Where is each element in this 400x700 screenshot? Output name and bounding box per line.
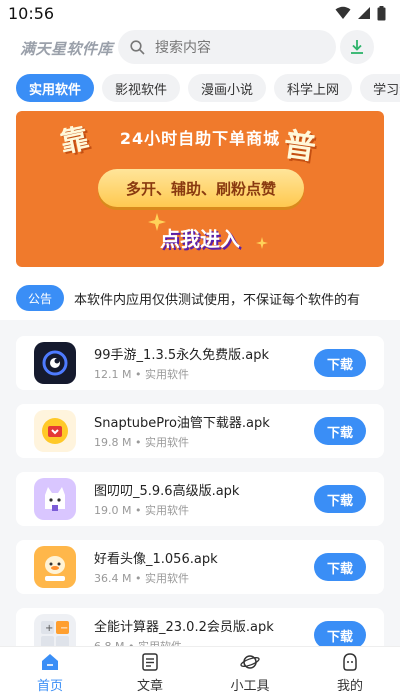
- nav-profile[interactable]: 我的: [300, 647, 400, 700]
- app-card[interactable]: 图叨叨_5.9.6高级版.apk 19.0 M • 实用软件 下载: [16, 472, 384, 526]
- notice-badge: 公告: [16, 285, 65, 311]
- signal-icon: [358, 7, 370, 19]
- bottom-nav: 首页 文章 小工具 我的: [0, 646, 400, 700]
- download-button[interactable]: 下载: [314, 349, 366, 377]
- app-meta: 19.8 M • 实用软件: [94, 436, 189, 449]
- app-meta: 19.0 M • 实用软件: [94, 504, 189, 517]
- svg-text:−: −: [60, 623, 68, 634]
- notice-text: 本软件内应用仅供测试使用，不保证每个软件的有: [74, 292, 361, 308]
- app-name: 好看头像_1.056.apk: [94, 552, 218, 567]
- app-name: 全能计算器_23.0.2会员版.apk: [94, 620, 274, 635]
- nav-tools-label: 小工具: [230, 679, 270, 694]
- status-time: 10:56: [8, 3, 55, 23]
- snaptube-icon: [34, 410, 76, 452]
- tab-comics[interactable]: 漫画小说: [188, 74, 267, 102]
- planet-icon: [240, 655, 260, 669]
- category-tabs: 实用软件 影视软件 漫画小说 科学上网 学习资: [16, 74, 400, 102]
- app-name: 图叨叨_5.9.6高级版.apk: [94, 484, 240, 499]
- search-icon: [130, 39, 145, 55]
- home-icon: [42, 654, 58, 670]
- battery-icon: [377, 5, 386, 20]
- app-card[interactable]: 99手游_1.3.5永久免费版.apk 12.1 M • 实用软件 下载: [16, 336, 384, 390]
- tab-utility[interactable]: 实用软件: [16, 74, 95, 102]
- app-title: 满天星软件库: [20, 40, 114, 58]
- banner-pill: 多开、辅助、刷粉点赞: [98, 169, 304, 207]
- nav-home[interactable]: 首页: [0, 647, 100, 700]
- download-icon: [351, 40, 363, 54]
- svg-text:+: +: [45, 623, 53, 634]
- app-card[interactable]: SnaptubePro油管下载器.apk 19.8 M • 实用软件 下载: [16, 404, 384, 458]
- profile-icon: [343, 653, 357, 671]
- app-card[interactable]: 好看头像_1.056.apk 36.4 M • 实用软件 下载: [16, 540, 384, 594]
- wifi-icon: [335, 6, 351, 19]
- download-button[interactable]: 下载: [314, 417, 366, 445]
- app-name: SnaptubePro油管下载器.apk: [94, 416, 270, 431]
- status-icons: [335, 5, 386, 21]
- app-meta: 12.1 M • 实用软件: [94, 368, 189, 381]
- article-icon: [142, 653, 158, 671]
- download-button[interactable]: 下载: [314, 621, 366, 649]
- download-manager-button[interactable]: [340, 30, 374, 64]
- search-bar[interactable]: 搜索内容: [118, 30, 336, 64]
- nav-profile-label: 我的: [336, 679, 363, 694]
- nav-articles-label: 文章: [136, 679, 163, 694]
- dark-spiral-icon: [34, 342, 76, 384]
- cat-icon: [34, 478, 76, 520]
- nav-tools[interactable]: 小工具: [200, 647, 300, 700]
- duck-avatar-icon: [34, 546, 76, 588]
- app-meta: 36.4 M • 实用软件: [94, 572, 189, 585]
- app-list: 99手游_1.3.5永久免费版.apk 12.1 M • 实用软件 下载 Sna…: [0, 320, 400, 662]
- notice-bar: 公告 本软件内应用仅供测试使用，不保证每个软件的有: [16, 285, 400, 311]
- nav-articles[interactable]: 文章: [100, 647, 200, 700]
- app-name: 99手游_1.3.5永久免费版.apk: [94, 348, 269, 363]
- banner-enter-text: 点我进入: [160, 227, 240, 251]
- download-button[interactable]: 下载: [314, 485, 366, 513]
- status-bar: 10:56: [0, 0, 400, 26]
- nav-home-label: 首页: [36, 679, 63, 694]
- promo-banner[interactable]: 靠 普 24小时自助下单商城 多开、辅助、刷粉点赞 点我进入: [16, 111, 384, 267]
- header: 满天星软件库 搜索内容: [0, 30, 400, 66]
- download-button[interactable]: 下载: [314, 553, 366, 581]
- tab-vpn[interactable]: 科学上网: [274, 74, 353, 102]
- tab-video[interactable]: 影视软件: [102, 74, 181, 102]
- tab-study[interactable]: 学习资: [360, 74, 400, 102]
- banner-title: 24小时自助下单商城: [119, 129, 281, 148]
- search-placeholder: 搜索内容: [155, 40, 211, 56]
